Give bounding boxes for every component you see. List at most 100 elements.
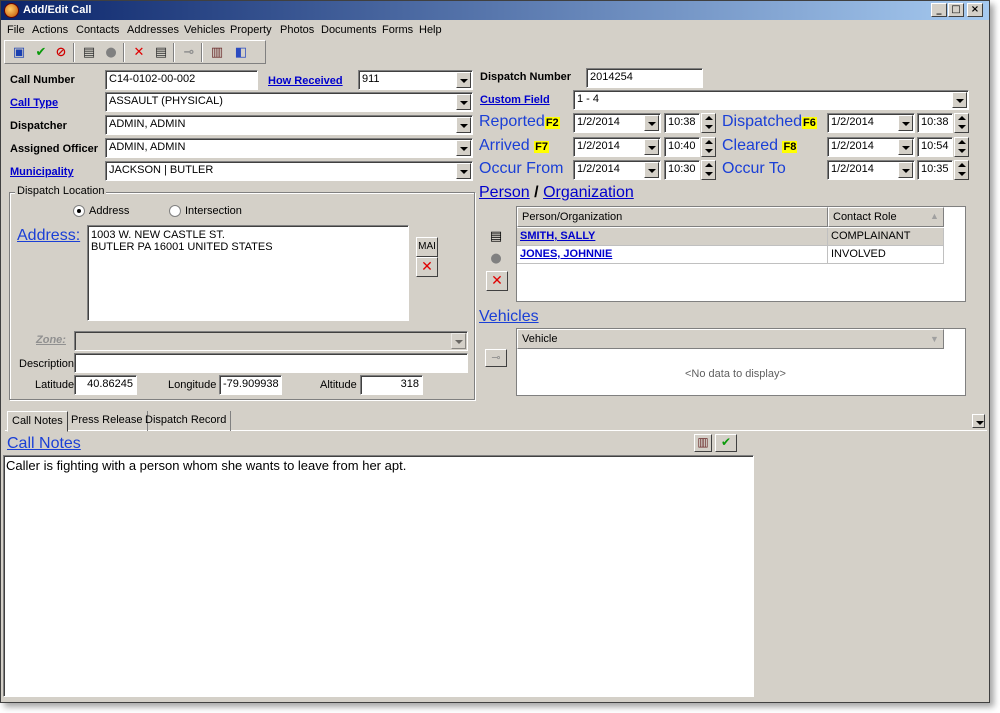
zone-select[interactable]: [74, 331, 468, 351]
chevron-down-icon[interactable]: [898, 115, 913, 131]
tab-dispatch-record[interactable]: Dispatch Record: [141, 411, 232, 431]
intersection-radio[interactable]: [169, 205, 181, 217]
col-contact-role[interactable]: Contact Role: [828, 207, 944, 227]
call-number-field[interactable]: C14-0102-00-002: [105, 70, 258, 90]
occur-from-time-spinner[interactable]: [701, 160, 716, 180]
occur-to-time-spinner[interactable]: [954, 160, 969, 180]
altitude-field[interactable]: 318: [360, 375, 423, 395]
call-notes-textarea[interactable]: Caller is fighting with a person whom sh…: [3, 455, 754, 697]
address-link[interactable]: Address:: [17, 227, 80, 245]
dispatch-number-field[interactable]: 2014254: [586, 68, 703, 88]
arrived-time-field[interactable]: 10:40: [664, 137, 700, 157]
add-person-icon[interactable]: ▤: [486, 227, 506, 246]
save-icon[interactable]: ▣: [9, 43, 29, 62]
tab-overflow-button[interactable]: [972, 414, 985, 428]
dispatched-time-field[interactable]: 10:38: [917, 113, 953, 133]
longitude-field[interactable]: -79.909938: [219, 375, 282, 395]
cleared-time-spinner[interactable]: [954, 137, 969, 157]
address-radio[interactable]: [73, 205, 85, 217]
latitude-field[interactable]: 40.86245: [74, 375, 137, 395]
custom-field-link[interactable]: Custom Field: [480, 94, 550, 106]
chevron-down-icon[interactable]: [644, 115, 659, 131]
dispatched-date-picker[interactable]: 1/2/2014: [827, 113, 915, 133]
reported-date-picker[interactable]: 1/2/2014: [573, 113, 661, 133]
occur-from-time-field[interactable]: 10:30: [664, 160, 700, 180]
delete-person-icon[interactable]: ✕: [486, 271, 508, 291]
municipality-select[interactable]: JACKSON | BUTLER: [105, 161, 473, 181]
exit-icon[interactable]: ◧: [231, 43, 251, 62]
col-vehicle[interactable]: Vehicle: [517, 329, 944, 349]
call-type-select[interactable]: ASSAULT (PHYSICAL): [105, 92, 473, 112]
person-row-name[interactable]: JONES, JOHNNIE: [517, 246, 828, 264]
menu-documents[interactable]: Documents: [321, 24, 377, 36]
chevron-down-icon[interactable]: [456, 117, 471, 133]
dispatcher-select[interactable]: ADMIN, ADMIN: [105, 115, 473, 135]
menu-vehicles[interactable]: Vehicles: [184, 24, 225, 36]
organization-link[interactable]: Organization: [543, 184, 634, 201]
chevron-down-icon[interactable]: [456, 72, 471, 88]
col-person-organization[interactable]: Person/Organization: [517, 207, 828, 227]
tab-press-release[interactable]: Press Release: [67, 411, 148, 431]
menu-contacts[interactable]: Contacts: [76, 24, 119, 36]
description-field[interactable]: [74, 353, 468, 373]
menu-file[interactable]: File: [7, 24, 25, 36]
reported-time-field[interactable]: 10:38: [664, 113, 700, 133]
menu-photos[interactable]: Photos: [280, 24, 314, 36]
assigned-officer-select[interactable]: ADMIN, ADMIN: [105, 138, 473, 158]
sort-down-icon[interactable]: ▼: [930, 334, 939, 344]
occur-to-time-field[interactable]: 10:35: [917, 160, 953, 180]
call-type-link[interactable]: Call Type: [10, 97, 58, 109]
clear-address-icon[interactable]: ✕: [416, 257, 438, 277]
municipality-link[interactable]: Municipality: [10, 166, 74, 178]
map-button[interactable]: MAI: [416, 237, 438, 257]
dispatched-time-spinner[interactable]: [954, 113, 969, 133]
chevron-down-icon[interactable]: [456, 163, 471, 179]
chevron-down-icon[interactable]: [456, 94, 471, 110]
vehicle-icon[interactable]: ⊸: [179, 43, 199, 62]
cleared-date-picker[interactable]: 1/2/2014: [827, 137, 915, 157]
add-contact-icon[interactable]: ▤: [79, 43, 99, 62]
chevron-down-icon[interactable]: [456, 140, 471, 156]
chevron-down-icon[interactable]: [952, 92, 967, 108]
spell-check-icon[interactable]: ✔: [715, 434, 737, 452]
menu-addresses[interactable]: Addresses: [127, 24, 179, 36]
add-vehicle-icon[interactable]: ⊸: [485, 349, 507, 367]
address-textarea[interactable]: 1003 W. NEW CASTLE ST. BUTLER PA 16001 U…: [87, 225, 409, 321]
cleared-time-field[interactable]: 10:54: [917, 137, 953, 157]
vehicles-link[interactable]: Vehicles: [479, 308, 539, 326]
how-received-select[interactable]: 911: [358, 70, 473, 90]
close-button[interactable]: ×: [967, 3, 983, 17]
custom-field-select[interactable]: 1 - 4: [573, 90, 969, 110]
occur-to-date-picker[interactable]: 1/2/2014: [827, 160, 915, 180]
menu-property[interactable]: Property: [230, 24, 272, 36]
arrived-time-spinner[interactable]: [701, 137, 716, 157]
person-link[interactable]: Person: [479, 184, 530, 201]
menu-help[interactable]: Help: [419, 24, 442, 36]
person-row-role[interactable]: INVOLVED: [828, 246, 944, 264]
notes-document-icon[interactable]: ▥: [694, 434, 712, 452]
accept-icon[interactable]: ✔: [31, 43, 51, 62]
photo-icon[interactable]: ●: [101, 43, 121, 62]
cancel-icon[interactable]: ⊘: [51, 43, 71, 62]
how-received-link[interactable]: How Received: [268, 75, 343, 87]
maximize-button[interactable]: □: [948, 3, 964, 17]
document-icon[interactable]: ▥: [207, 43, 227, 62]
occur-from-date-picker[interactable]: 1/2/2014: [573, 160, 661, 180]
person-row-role[interactable]: COMPLAINANT: [828, 228, 944, 246]
person-photo-icon[interactable]: ●: [486, 249, 506, 268]
minimize-button[interactable]: _: [931, 3, 947, 17]
chevron-down-icon[interactable]: [898, 139, 913, 155]
chevron-down-icon[interactable]: [451, 333, 466, 349]
menu-actions[interactable]: Actions: [32, 24, 68, 36]
chevron-down-icon[interactable]: [644, 139, 659, 155]
delete-icon[interactable]: ✕: [129, 43, 149, 62]
reported-time-spinner[interactable]: [701, 113, 716, 133]
arrived-date-picker[interactable]: 1/2/2014: [573, 137, 661, 157]
chevron-down-icon[interactable]: [644, 162, 659, 178]
person-row-name[interactable]: SMITH, SALLY: [517, 228, 828, 246]
tab-call-notes[interactable]: Call Notes: [7, 411, 68, 432]
sort-up-icon[interactable]: ▲: [930, 211, 939, 221]
contact-card-icon[interactable]: ▤: [151, 43, 171, 62]
chevron-down-icon[interactable]: [898, 162, 913, 178]
menu-forms[interactable]: Forms: [382, 24, 413, 36]
